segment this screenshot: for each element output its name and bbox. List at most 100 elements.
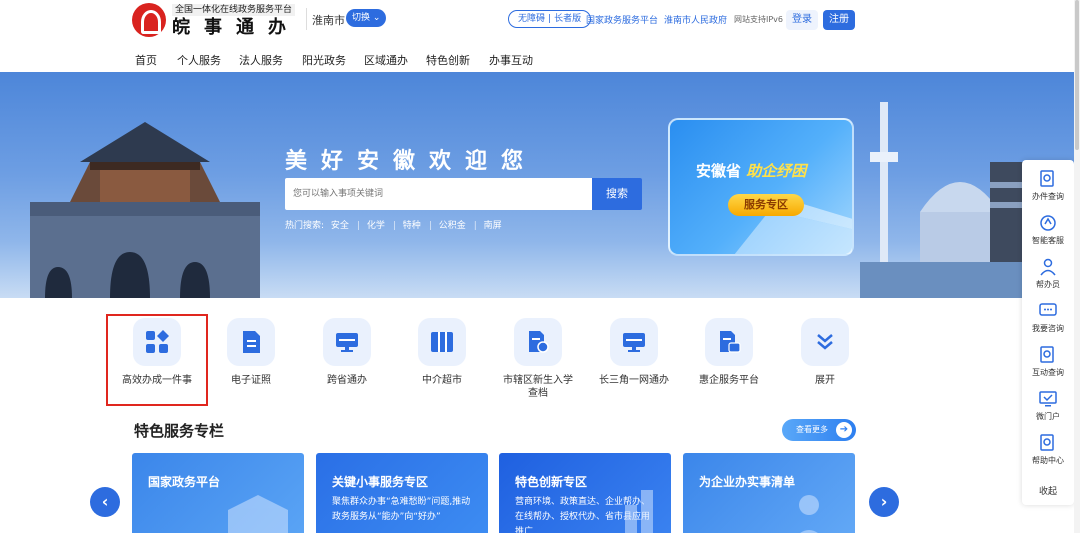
featured-title: 特色服务专栏 — [134, 422, 225, 440]
carousel-prev-button[interactable]: ‹ — [90, 487, 120, 517]
featured-card-key-matters[interactable]: 关键小事服务专区 聚焦群众办事“急难愁盼”问题,推动政务服务从“能办”向“好办” — [316, 453, 488, 533]
elder-mode-button[interactable]: 长者版 — [551, 14, 584, 24]
page-scrollbar[interactable] — [1074, 0, 1080, 533]
hot-term-nanping[interactable]: 南屏 — [484, 221, 502, 231]
sidebar-label: 帮助中心 — [1032, 456, 1064, 465]
city-gate-illustration — [30, 122, 260, 298]
help-document-icon — [1040, 434, 1054, 451]
separator: | — [392, 221, 396, 231]
logo-subtitle: 全国一体化在线政务服务平台 — [172, 4, 296, 16]
quick-agency-market[interactable]: 中介超市 — [397, 318, 487, 387]
login-button[interactable]: 登录 — [786, 10, 818, 30]
monitor-icon — [1039, 391, 1057, 407]
quick-enterprise-platform[interactable]: 惠企服务平台 — [684, 318, 774, 387]
logo-icon[interactable] — [132, 3, 166, 37]
card-title: 国家政务平台 — [148, 475, 221, 489]
featured-card-innovation[interactable]: 特色创新专区 营商环境、政策直达、企业帮办、在线帮办、授权代办、省市县应用推广 — [499, 453, 671, 533]
nav-corporate-service[interactable]: 法人服务 — [239, 52, 283, 68]
quick-cross-province[interactable]: 跨省通办 — [302, 318, 392, 387]
current-city: 淮南市 — [312, 14, 345, 27]
city-switch-button[interactable]: 切换 ⌄ — [346, 9, 387, 27]
nav-open-government[interactable]: 阳光政务 — [302, 52, 346, 68]
building-icon — [228, 495, 288, 533]
nav-personal-service[interactable]: 个人服务 — [177, 52, 221, 68]
search-button[interactable]: 搜索 — [592, 178, 642, 210]
banner-slogan: 美好安徽欢迎您 — [285, 149, 538, 174]
file-chat-icon — [720, 331, 741, 353]
robot-icon — [1040, 215, 1056, 231]
hot-term-chemistry[interactable]: 化学 — [367, 221, 385, 231]
header-divider — [306, 8, 307, 30]
featured-card-enterprise-list[interactable]: 为企业办实事清单 — [683, 453, 855, 533]
featured-card-national[interactable]: 国家政务平台 — [132, 453, 304, 533]
monitor-icon — [336, 333, 358, 352]
accessibility-button[interactable]: 无障碍 — [515, 14, 548, 24]
quick-label: 市辖区新生入学查档 — [503, 375, 573, 399]
person-icon — [799, 495, 819, 533]
separator: | — [356, 221, 360, 231]
main-nav: 首页 个人服务 法人服务 阳光政务 区域通办 特色创新 办事互动 — [0, 46, 1080, 72]
sidebar-collapse-button[interactable]: 收起 — [1022, 484, 1074, 497]
person-icon — [1040, 258, 1056, 276]
cabinet-icon — [431, 332, 453, 352]
chat-icon — [1039, 303, 1057, 316]
sidebar-consult[interactable]: 我要咨询 — [1022, 296, 1074, 340]
sidebar-micro-portal[interactable]: 微门户 — [1022, 384, 1074, 428]
card-title: 关键小事服务专区 — [332, 475, 429, 489]
nav-regional-service[interactable]: 区域通办 — [364, 52, 408, 68]
quick-school-enrollment[interactable]: 市辖区新生入学查档 — [493, 318, 583, 400]
enterprise-relief-title: 安徽省 助企纾困 — [696, 160, 806, 181]
quick-expand[interactable]: 展开 — [780, 318, 870, 387]
hot-searches: 热门搜索: 安全 | 化学 | 特种 | 公积金 | 南屏 — [285, 218, 506, 231]
scrollbar-thumb[interactable] — [1075, 0, 1079, 150]
ipv6-notice: 网站支持IPv6 — [734, 15, 784, 24]
search-document-icon — [1040, 346, 1054, 363]
site-header: 全国一体化在线政务服务平台 皖事通办 淮南市 切换 ⌄ 无障碍 | 长者版 国家政务… — [0, 0, 1080, 44]
card-title: 特色创新专区 — [515, 475, 588, 489]
nav-interaction[interactable]: 办事互动 — [489, 52, 533, 68]
sidebar-case-query[interactable]: 办件查询 — [1022, 164, 1074, 208]
logo-title[interactable]: 皖事通办 — [172, 17, 300, 39]
city-government-link[interactable]: 淮南市人民政府 — [664, 13, 727, 26]
accessibility-toggle: 无障碍 | 长者版 — [508, 10, 592, 28]
register-button[interactable]: 注册 — [823, 10, 855, 30]
sidebar-help-center[interactable]: 帮助中心 — [1022, 428, 1074, 472]
sidebar-helper[interactable]: 帮办员 — [1022, 252, 1074, 296]
sidebar-label: 帮办员 — [1036, 280, 1060, 289]
hero-banner: 美好安徽欢迎您 搜索 热门搜索: 安全 | 化学 | 特种 | 公积金 | 南屏 安徽省… — [0, 72, 1080, 298]
card-description: 聚焦群众办事“急难愁盼”问题,推动政务服务从“能办”向“好办” — [332, 497, 471, 522]
quick-e-license[interactable]: 电子证照 — [206, 318, 296, 387]
highlight-box — [106, 314, 208, 406]
page-root: 全国一体化在线政务服务平台 皖事通办 淮南市 切换 ⌄ 无障碍 | 长者版 国家政务… — [0, 0, 1080, 533]
view-more-button[interactable]: 查看更多 ➔ — [782, 419, 856, 441]
separator: | — [428, 221, 432, 231]
quick-label: 中介超市 — [422, 375, 462, 386]
national-platform-link[interactable]: 国家政务服务平台 — [586, 13, 658, 26]
sidebar-smart-service[interactable]: 智能客服 — [1022, 208, 1074, 252]
monitor-icon — [623, 333, 645, 352]
sidebar-interaction-query[interactable]: 互动查询 — [1022, 340, 1074, 384]
hot-term-special[interactable]: 特种 — [403, 221, 421, 231]
quick-yangtze-delta[interactable]: 长三角一网通办 — [589, 318, 679, 387]
sidebar-label: 智能客服 — [1032, 236, 1064, 245]
enterprise-relief-card[interactable]: 安徽省 助企纾困 服务专区 — [668, 118, 854, 256]
carousel-next-button[interactable]: › — [869, 487, 899, 517]
hot-term-housing-fund[interactable]: 公积金 — [439, 221, 466, 231]
relief-title-b: 助企纾困 — [746, 162, 807, 180]
nav-home[interactable]: 首页 — [135, 52, 157, 68]
relief-title-a: 安徽省 — [696, 162, 742, 180]
document-icon — [243, 331, 260, 353]
quick-label: 惠企服务平台 — [699, 375, 759, 386]
nav-innovation[interactable]: 特色创新 — [426, 52, 470, 68]
view-more-label: 查看更多 — [796, 425, 828, 434]
search-input[interactable] — [285, 178, 592, 210]
search-document-icon — [1040, 170, 1054, 187]
chevron-down-icon — [817, 334, 833, 350]
separator: | — [473, 221, 477, 231]
sidebar-label: 我要咨询 — [1032, 324, 1064, 333]
sidebar-label: 微门户 — [1036, 412, 1060, 421]
service-zone-button[interactable]: 服务专区 — [728, 194, 804, 216]
quick-label: 展开 — [815, 375, 835, 386]
chevron-down-icon: ⌄ — [372, 13, 381, 23]
hot-term-safety[interactable]: 安全 — [331, 221, 349, 231]
